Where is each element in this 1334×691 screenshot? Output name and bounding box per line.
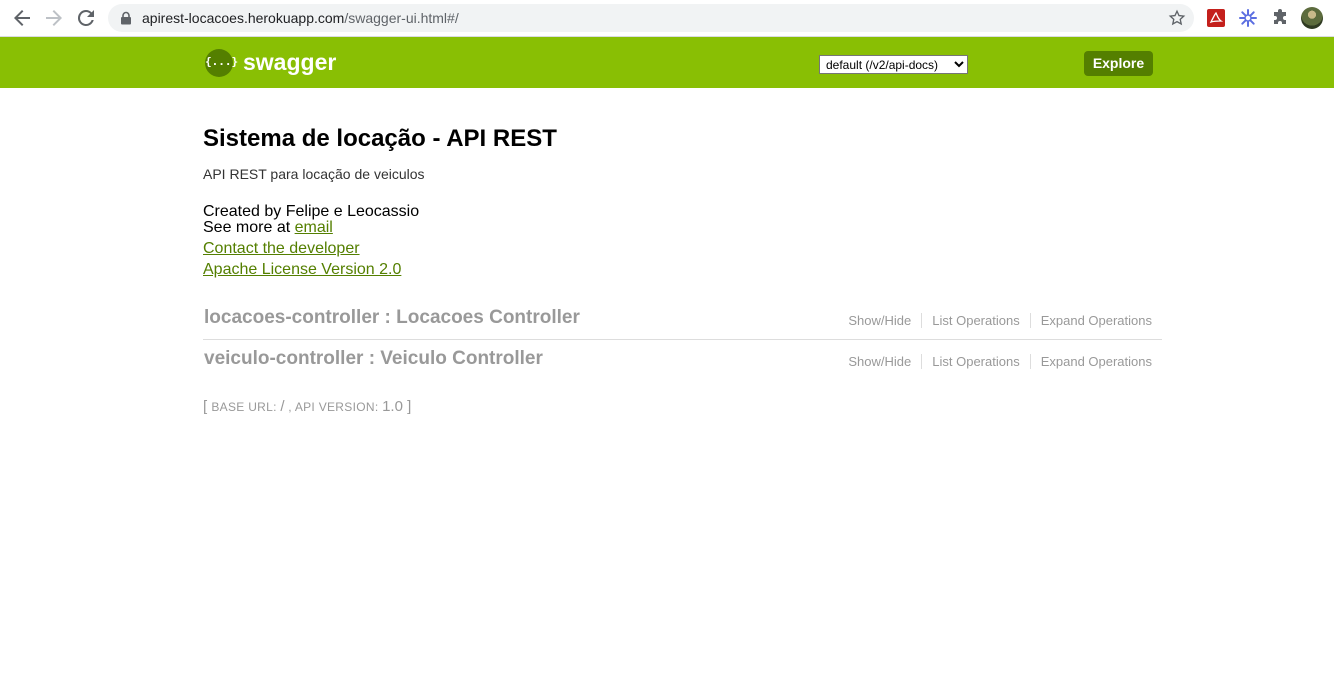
api-title: Sistema de locação - API REST — [203, 125, 557, 152]
contact-developer-link[interactable]: Contact the developer — [203, 240, 360, 258]
reload-icon[interactable] — [74, 6, 98, 30]
expand-operations-link[interactable]: Expand Operations — [1029, 313, 1162, 328]
swagger-logo-icon[interactable]: {...} — [205, 49, 239, 77]
see-more-line: See more at email — [203, 219, 333, 237]
spec-select[interactable]: default (/v2/api-docs) — [819, 55, 968, 74]
snowflake-extension-icon[interactable] — [1238, 8, 1258, 28]
list-operations-link[interactable]: List Operations — [921, 354, 1030, 369]
resource-options: Show/Hide List Operations Expand Operation… — [838, 354, 1162, 369]
base-url-label: BASE URL — [211, 400, 274, 414]
forward-arrow-icon[interactable] — [42, 6, 66, 30]
pdf-extension-icon[interactable] — [1206, 8, 1226, 28]
profile-avatar[interactable] — [1301, 7, 1323, 29]
api-description: API REST para locação de veiculos — [203, 166, 425, 182]
resource-options: Show/Hide List Operations Expand Operation… — [838, 313, 1162, 328]
resource-title[interactable]: veiculo-controller : Veiculo Controller — [204, 348, 543, 370]
browser-toolbar: apirest-locacoes.herokuapp.com/swagger-u… — [0, 0, 1334, 37]
url-text: apirest-locacoes.herokuapp.com/swagger-u… — [142, 10, 459, 26]
list-operations-link[interactable]: List Operations — [921, 313, 1030, 328]
lock-icon — [121, 11, 131, 25]
resource-title[interactable]: locacoes-controller : Locacoes Controlle… — [204, 307, 580, 329]
back-arrow-icon[interactable] — [10, 6, 34, 30]
swagger-logo-text[interactable]: swagger — [243, 49, 336, 76]
see-more-prefix: See more at — [203, 219, 291, 236]
logo-symbol: {...} — [205, 55, 239, 68]
email-link[interactable]: email — [295, 219, 333, 236]
api-version-label: API VERSION — [294, 400, 375, 414]
api-version-value: 1.0 — [382, 398, 403, 415]
address-bar[interactable]: apirest-locacoes.herokuapp.com/swagger-u… — [108, 4, 1194, 32]
resource-locacoes: locacoes-controller : Locacoes Controlle… — [203, 299, 1162, 340]
url-path: /swagger-ui.html#/ — [344, 10, 459, 26]
resource-veiculo: veiculo-controller : Veiculo Controller … — [203, 340, 1162, 380]
url-host: apirest-locacoes.herokuapp.com — [142, 10, 345, 26]
show-hide-link[interactable]: Show/Hide — [838, 313, 921, 328]
swagger-header: {...} swagger default (/v2/api-docs) Exp… — [0, 37, 1334, 88]
puzzle-extensions-icon[interactable] — [1270, 8, 1290, 28]
show-hide-link[interactable]: Show/Hide — [838, 354, 921, 369]
license-link[interactable]: Apache License Version 2.0 — [203, 261, 401, 279]
bookmark-star-icon[interactable] — [1168, 9, 1186, 27]
base-url-info: [ BASE URL: / , API VERSION: 1.0 ] — [203, 398, 412, 415]
explore-button[interactable]: Explore — [1084, 51, 1153, 76]
expand-operations-link[interactable]: Expand Operations — [1029, 354, 1162, 369]
